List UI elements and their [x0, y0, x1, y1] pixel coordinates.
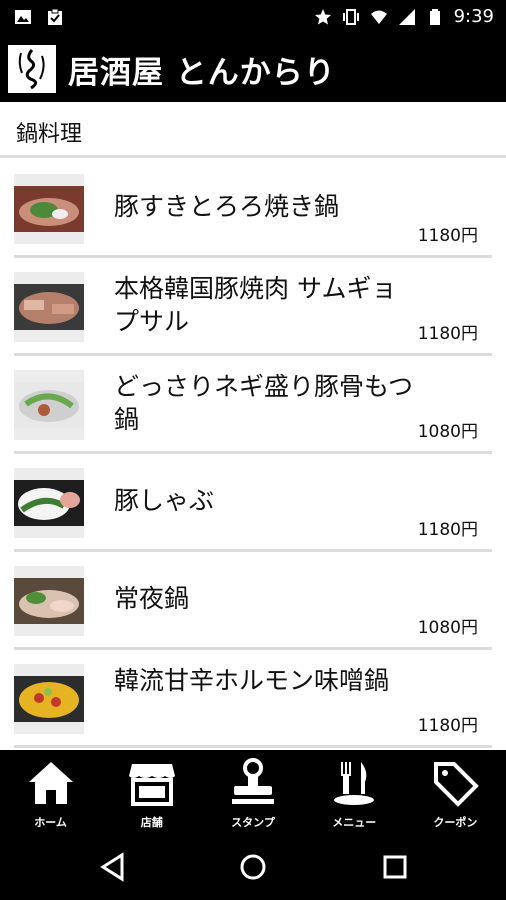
dish-name: どっさりネギ盛り豚骨もつ鍋 [114, 372, 414, 434]
menu-list[interactable]: 豚すきとろろ焼き鍋 1180円 本格韓国豚焼肉 サムギョプサル 1180円 どっ… [0, 160, 506, 750]
menu-item[interactable]: 常夜鍋 1080円 [0, 552, 506, 650]
dish-name: 常夜鍋 [114, 584, 190, 613]
vibrate-icon [342, 8, 359, 25]
menu-item[interactable]: 豚しゃぶ 1180円 [0, 454, 506, 552]
dish-price: 1180円 [417, 324, 478, 344]
system-nav-bar [0, 834, 506, 900]
coupon-tag-icon [434, 762, 480, 807]
category-header: 鍋料理 [0, 102, 506, 158]
signal-icon [398, 8, 415, 25]
tab-coupon[interactable]: クーポン [405, 750, 506, 834]
wifi-icon [370, 10, 387, 24]
tab-store[interactable]: 店舗 [101, 750, 202, 834]
tab-home[interactable]: ホーム [0, 750, 101, 834]
battery-icon [429, 8, 440, 25]
dish-thumbnail [14, 566, 84, 636]
menu-item[interactable]: 豚すきとろろ焼き鍋 1180円 [0, 160, 506, 258]
app-bar: 居酒屋 とんからり [0, 36, 506, 102]
tab-label: ホーム [34, 816, 67, 829]
tab-label: クーポン [433, 816, 478, 829]
stamp-icon [232, 758, 274, 804]
recents-icon[interactable] [380, 852, 410, 882]
clock-time: 9:39 [453, 6, 494, 27]
dish-name: 豚すきとろろ焼き鍋 [114, 192, 340, 221]
dish-price: 1080円 [417, 618, 478, 638]
tab-label: スタンプ [231, 816, 275, 829]
menu-item[interactable]: 韓流甘辛ホルモン味噌鍋 1180円 [0, 650, 506, 748]
category-label: 鍋料理 [16, 122, 83, 147]
dish-name: 豚しゃぶ [114, 486, 215, 515]
dish-thumbnail [14, 272, 84, 342]
dish-thumbnail [14, 174, 84, 244]
clipboard-notification-icon [48, 8, 62, 25]
dish-name: 韓流甘辛ホルモン味噌鍋 [114, 666, 390, 695]
tab-label: 店舗 [140, 816, 163, 829]
dish-thumbnail [14, 468, 84, 538]
dish-price: 1180円 [417, 716, 478, 736]
menu-item[interactable]: どっさりネギ盛り豚骨もつ鍋 1080円 [0, 356, 506, 454]
dish-thumbnail [14, 664, 84, 734]
image-notification-icon [15, 10, 31, 24]
menu-cutlery-icon [334, 762, 375, 805]
back-icon[interactable] [98, 852, 128, 882]
home-circle-icon[interactable] [238, 852, 268, 882]
dish-price: 1080円 [417, 422, 478, 442]
calligraphy-logo-icon [18, 49, 45, 90]
tab-stamp[interactable]: スタンプ [202, 750, 303, 834]
dish-price: 1180円 [417, 226, 478, 246]
menu-item[interactable]: 本格韓国豚焼肉 サムギョプサル 1180円 [0, 258, 506, 356]
divider [14, 745, 492, 748]
star-icon [314, 8, 331, 24]
status-bar: 9:39 [0, 0, 506, 36]
shop-logo [8, 45, 56, 93]
store-icon [128, 764, 175, 806]
home-icon [28, 762, 73, 804]
dish-name: 本格韓国豚焼肉 サムギョプサル [114, 274, 397, 336]
app-title: 居酒屋 とんからり [68, 54, 336, 91]
tab-label: メニュー [332, 816, 377, 829]
dish-thumbnail [14, 370, 84, 440]
dish-price: 1180円 [417, 520, 478, 540]
bottom-tab-bar: ホーム 店舗 スタンプ メニュー クーポン [0, 750, 506, 834]
tab-menu[interactable]: メニュー [304, 750, 405, 834]
